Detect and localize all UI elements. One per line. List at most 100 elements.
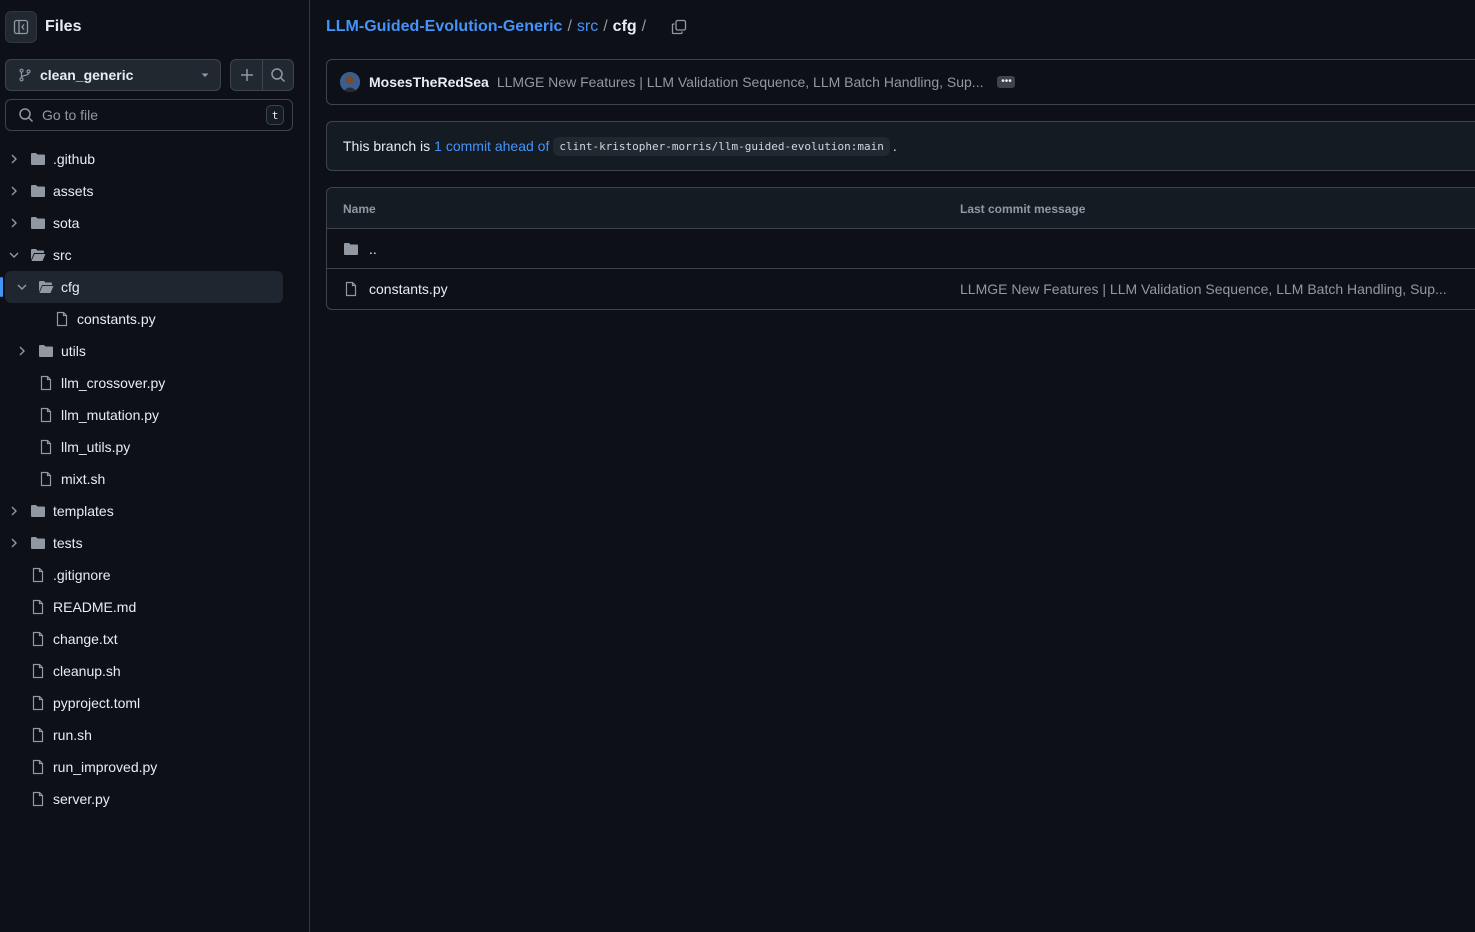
tree-item-label: templates: [53, 503, 114, 519]
tree-folder-item[interactable]: sota: [0, 207, 310, 239]
breadcrumb-separator: /: [567, 18, 572, 35]
col-message-header: Last commit message: [960, 202, 1086, 216]
tree-folder-item[interactable]: tests: [0, 527, 310, 559]
go-to-file-input[interactable]: Go to file t: [5, 99, 293, 131]
file-icon: [40, 439, 52, 455]
tree-actions: [230, 59, 294, 91]
avatar[interactable]: [340, 72, 360, 92]
tree-folder-item[interactable]: cfg: [0, 271, 283, 303]
expand-commit-button[interactable]: •••: [997, 76, 1016, 88]
file-icon: [56, 311, 68, 327]
add-file-button[interactable]: [231, 60, 262, 90]
folder-icon: [31, 537, 45, 549]
sidebar-collapse-icon: [13, 19, 29, 35]
branch-status-prefix: This branch is: [343, 138, 431, 154]
file-icon: [32, 599, 44, 615]
search-icon: [271, 68, 286, 83]
file-name-link[interactable]: constants.py: [369, 281, 448, 297]
branch-selector[interactable]: clean_generic: [5, 59, 221, 91]
tree-file-item[interactable]: change.txt: [0, 623, 310, 655]
chevron-right-icon[interactable]: [8, 153, 20, 165]
upstream-ref: clint-kristopher-morris/llm-guided-evolu…: [553, 136, 890, 156]
breadcrumb-repo-link[interactable]: LLM-Guided-Evolution-Generic: [326, 18, 562, 36]
breadcrumb-src-link[interactable]: src: [577, 18, 598, 36]
tree-file-item[interactable]: constants.py: [0, 303, 310, 335]
tree-file-item[interactable]: server.py: [0, 783, 310, 815]
tree-item-label: README.md: [53, 599, 137, 615]
commit-author[interactable]: MosesTheRedSea: [369, 74, 489, 90]
latest-commit-box: MosesTheRedSea LLMGE New Features | LLM …: [326, 59, 1475, 105]
tree-folder-item[interactable]: .github: [0, 143, 310, 175]
avatar-icon: [340, 72, 360, 92]
tree-folder-item[interactable]: assets: [0, 175, 310, 207]
chevron-right-icon[interactable]: [8, 185, 20, 197]
tree-item-label: llm_utils.py: [61, 439, 131, 455]
tree-folder-item[interactable]: utils: [0, 335, 310, 367]
file-icon: [32, 663, 44, 679]
table-row[interactable]: constants.py LLMGE New Features | LLM Va…: [327, 269, 1475, 309]
file-icon: [40, 375, 52, 391]
search-icon: [19, 108, 34, 123]
collapse-sidebar-button[interactable]: [5, 11, 37, 43]
tree-item-label: .gitignore: [53, 567, 111, 583]
tree-file-item[interactable]: llm_utils.py: [0, 431, 310, 463]
file-icon: [32, 695, 44, 711]
tree-item-label: llm_crossover.py: [61, 375, 166, 391]
tree-item-label: constants.py: [77, 311, 156, 327]
tree-file-item[interactable]: llm_crossover.py: [0, 367, 310, 399]
tree-file-item[interactable]: mixt.sh: [0, 463, 310, 495]
branch-name: clean_generic: [40, 67, 134, 83]
tree-item-label: tests: [53, 535, 83, 551]
tree-item-label: mixt.sh: [61, 471, 106, 487]
file-icon: [32, 791, 44, 807]
chevron-right-icon[interactable]: [8, 217, 20, 229]
search-placeholder: Go to file: [42, 107, 99, 123]
file-tree: .github assets sota src cfg constants.py utils…: [0, 143, 310, 815]
chevron-right-icon[interactable]: [8, 505, 20, 517]
folder-icon: [31, 153, 45, 165]
tree-folder-item[interactable]: templates: [0, 495, 310, 527]
parent-dir-link[interactable]: ..: [369, 241, 377, 257]
file-icon: [32, 759, 44, 775]
breadcrumb-current: cfg: [612, 18, 637, 35]
file-icon: [40, 471, 52, 487]
tree-file-item[interactable]: pyproject.toml: [0, 687, 310, 719]
branch-status-banner: This branch is 1 commit ahead of clint-k…: [326, 121, 1475, 171]
col-name-header: Name: [343, 202, 376, 216]
tree-file-item[interactable]: cleanup.sh: [0, 655, 310, 687]
table-header: Name Last commit message: [327, 188, 1475, 229]
tree-item-label: pyproject.toml: [53, 695, 141, 711]
file-icon: [40, 407, 52, 423]
chevron-right-icon[interactable]: [16, 345, 28, 357]
chevron-down-icon[interactable]: [16, 281, 28, 293]
table-row[interactable]: ..: [327, 229, 1475, 269]
tree-file-item[interactable]: README.md: [0, 591, 310, 623]
copy-path-button[interactable]: [669, 17, 689, 37]
chevron-right-icon[interactable]: [8, 537, 20, 549]
breadcrumb-separator: /: [641, 18, 647, 35]
file-commit-message[interactable]: LLMGE New Features | LLM Validation Sequ…: [960, 281, 1447, 297]
commits-ahead-link[interactable]: 1 commit ahead of: [434, 138, 549, 154]
tree-file-item[interactable]: run_improved.py: [0, 751, 310, 783]
folder-icon: [31, 505, 45, 517]
tree-folder-item[interactable]: src: [0, 239, 310, 271]
file-icon: [345, 281, 357, 297]
sidebar-title: Files: [45, 18, 82, 35]
tree-item-label: run_improved.py: [53, 759, 158, 775]
branch-row: clean_generic: [5, 59, 294, 91]
tree-item-label: server.py: [53, 791, 110, 807]
folder-icon: [344, 243, 358, 255]
file-tree-sidebar: Files clean_generic Go to file t .github…: [0, 0, 310, 932]
search-code-button[interactable]: [262, 60, 293, 90]
breadcrumb-separator: /: [603, 18, 608, 35]
plus-icon: [240, 69, 253, 81]
tree-file-item[interactable]: run.sh: [0, 719, 310, 751]
file-icon: [32, 631, 44, 647]
shortcut-key: t: [266, 105, 284, 125]
commit-message[interactable]: LLMGE New Features | LLM Validation Sequ…: [497, 74, 984, 90]
tree-file-item[interactable]: llm_mutation.py: [0, 399, 310, 431]
chevron-down-icon[interactable]: [8, 249, 20, 261]
file-icon: [32, 567, 44, 583]
main-content: LLM-Guided-Evolution-Generic / src / cfg…: [310, 0, 1475, 932]
tree-file-item[interactable]: .gitignore: [0, 559, 310, 591]
